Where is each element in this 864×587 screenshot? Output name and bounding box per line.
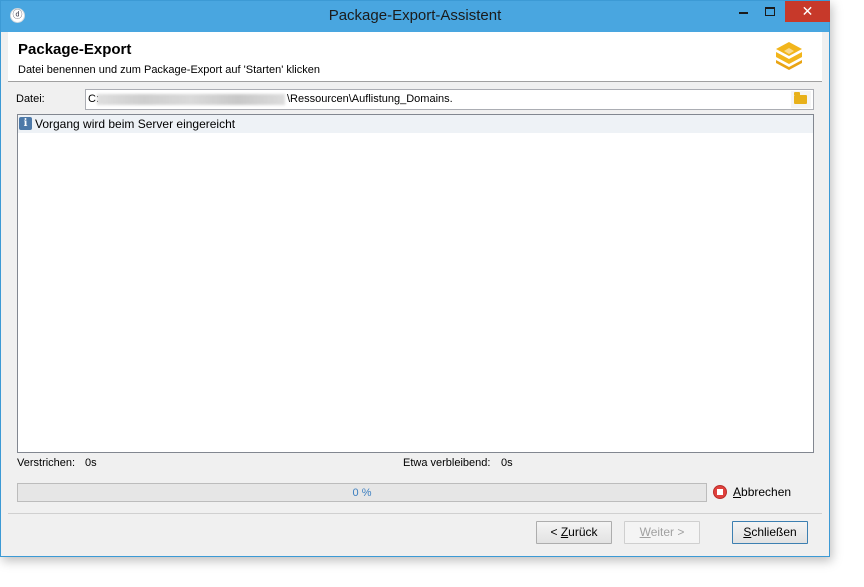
maximize-button[interactable] bbox=[758, 1, 782, 22]
elapsed-label: Verstrichen: bbox=[17, 457, 76, 469]
package-cube-icon bbox=[776, 42, 802, 70]
file-path-suffix: \Ressourcen\Auflistung_Domains. bbox=[287, 93, 453, 105]
browse-button[interactable] bbox=[791, 91, 811, 108]
log-list[interactable]: i Vorgang wird beim Server eingereicht bbox=[17, 114, 814, 453]
file-path-redacted bbox=[97, 94, 285, 105]
cancel-label: bbrechen bbox=[741, 485, 792, 499]
window-title: Package-Export-Assistent bbox=[328, 7, 502, 24]
wizard-header: Package-Export Datei benennen und zum Pa… bbox=[8, 32, 822, 82]
back-prefix: < bbox=[550, 525, 561, 539]
close-icon: ✕ bbox=[801, 3, 814, 19]
close-button[interactable]: Schließen bbox=[732, 521, 808, 544]
elapsed-value: 0s bbox=[85, 457, 97, 469]
page-subtitle: Datei benennen und zum Package-Export au… bbox=[18, 64, 320, 76]
cancel-accesskey: A bbox=[733, 485, 742, 499]
folder-icon bbox=[794, 92, 807, 104]
close-label: chließen bbox=[751, 525, 797, 539]
next-button[interactable]: Weiter > bbox=[624, 521, 700, 544]
dialog-content: Package-Export Datei benennen und zum Pa… bbox=[8, 32, 822, 550]
file-label: Datei: bbox=[16, 93, 45, 105]
back-button[interactable]: < Zurück bbox=[536, 521, 612, 544]
next-accesskey: W bbox=[639, 525, 651, 539]
remaining-value: 0s bbox=[501, 457, 513, 469]
title-bar[interactable]: ⓓ Package-Export-Assistent ✕ bbox=[1, 1, 830, 32]
close-window-button[interactable]: ✕ bbox=[785, 1, 830, 22]
footer-divider bbox=[8, 513, 822, 514]
back-label: urück bbox=[568, 525, 598, 539]
log-entry-text: Vorgang wird beim Server eingereicht bbox=[35, 117, 236, 131]
progress-text: 0 % bbox=[352, 487, 372, 499]
cancel-button[interactable]: Abbrechen bbox=[733, 485, 791, 499]
maximize-icon bbox=[765, 7, 775, 17]
minimize-icon bbox=[738, 11, 748, 14]
stop-icon[interactable] bbox=[713, 485, 727, 499]
minimize-button[interactable] bbox=[731, 1, 755, 22]
next-label: eiter > bbox=[650, 525, 685, 539]
info-icon: i bbox=[19, 117, 32, 130]
remaining-label: Etwa verbleibend: bbox=[403, 457, 491, 469]
progress-bar: 0 % bbox=[17, 483, 707, 502]
file-path-field[interactable]: C: \Ressourcen\Auflistung_Domains. bbox=[85, 89, 814, 110]
dialog-window: ⓓ Package-Export-Assistent ✕ Package-Exp… bbox=[0, 0, 830, 557]
page-title: Package-Export bbox=[18, 41, 132, 58]
log-entry[interactable]: i Vorgang wird beim Server eingereicht bbox=[18, 115, 813, 133]
